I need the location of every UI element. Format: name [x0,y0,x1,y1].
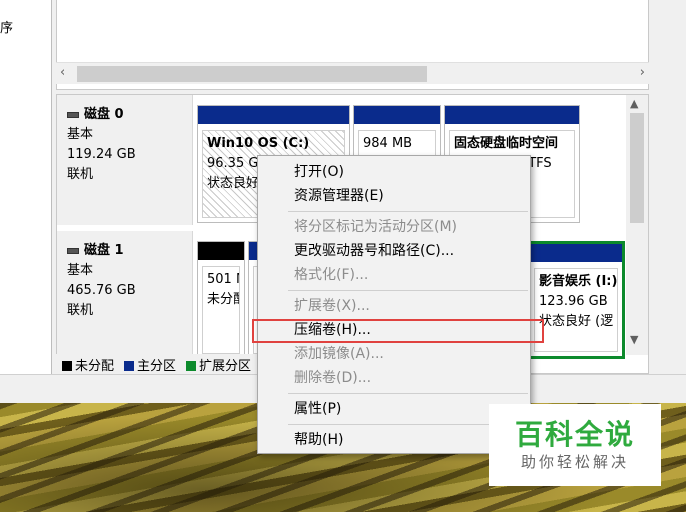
menu-item-change-drive-letter[interactable]: 更改驱动器号和路径(C)... [258,239,530,263]
legend-swatch [124,360,135,371]
menu-item-label: 资源管理器(E) [294,188,384,204]
menu-item-add-mirror: 添加镜像(A)... [258,342,530,366]
disk-icon [67,112,79,118]
menu-item-label: 将分区标记为活动分区(M) [294,219,458,235]
legend-item: 未分配 [62,355,114,374]
menu-item-label: 添加镜像(A)... [294,346,384,362]
partition-title: 影音娱乐 (I:) [539,274,618,289]
vertical-scrollbar[interactable]: ▲ ▼ [626,95,648,355]
menu-separator [288,393,528,394]
scroll-up-icon[interactable]: ▲ [630,97,638,110]
partition-title: Win10 OS (C:) [207,136,310,151]
disk-type: 基本 [67,127,94,142]
menu-item-label: 帮助(H) [294,432,344,448]
highlight-box [252,319,544,343]
left-panel: 序 [0,0,52,374]
legend-item: 扩展分区 [186,355,251,374]
scroll-right-icon[interactable]: › [631,65,645,83]
menu-item-label: 删除卷(D)... [294,370,372,386]
partition-size: 501 MB [207,272,239,287]
legend-label: 扩展分区 [199,358,252,374]
scroll-thumb[interactable] [630,113,644,223]
menu-item-mark-active: 将分区标记为活动分区(M) [258,215,530,239]
menu-item-label: 更改驱动器号和路径(C)... [294,243,455,259]
partition-unallocated[interactable]: 501 MB 未分配 [197,241,245,359]
disk-icon [67,248,79,254]
disk-size: 465.76 GB [67,283,136,298]
legend-swatch [62,360,72,371]
legend-label: 主分区 [137,358,177,374]
partition-status: 状态良好 (逻 [539,314,614,329]
watermark-brand: 百科全说 [514,418,635,451]
legend-label: 未分配 [75,358,115,374]
disk-name: 磁盘 0 [84,107,124,122]
menu-item-label: 打开(O) [294,164,344,180]
menu-item-explorer[interactable]: 资源管理器(E) [258,184,530,208]
legend-swatch [186,360,197,371]
disk-type: 基本 [67,263,94,278]
disk-info-0[interactable]: 磁盘 0 基本 119.24 GB 联机 [57,95,193,225]
legend: 未分配 主分区 扩展分区 [56,354,258,374]
menu-item-label: 格式化(F)... [294,267,369,283]
disk-status: 联机 [67,303,94,318]
scroll-thumb[interactable] [77,66,427,82]
partition-size: 984 MB [363,136,413,151]
menu-separator [288,290,528,291]
horizontal-scrollbar[interactable]: ‹ › [56,62,649,84]
menu-item-label: 属性(P) [294,401,342,417]
menu-item-extend-volume: 扩展卷(X)... [258,294,530,318]
disk-info-1[interactable]: 磁盘 1 基本 465.76 GB 联机 [57,231,193,355]
menu-item-delete-volume: 删除卷(D)... [258,366,530,390]
menu-item-format: 格式化(F)... [258,263,530,287]
disk-name: 磁盘 1 [84,243,124,258]
watermark-logo: 百科全说 助你轻松解决 [489,404,661,486]
disk-size: 119.24 GB [67,147,136,162]
scroll-left-icon[interactable]: ‹ [60,65,74,83]
menu-item-shrink-volume[interactable]: 压缩卷(H)... [252,318,544,343]
partition-size: 123.96 GB [539,294,608,309]
scroll-down-icon[interactable]: ▼ [630,333,638,346]
legend-item: 主分区 [124,355,176,374]
disk-status: 联机 [67,167,94,182]
menu-item-open[interactable]: 打开(O) [258,160,530,184]
partition-title: 固态硬盘临时空间 [454,136,559,151]
left-panel-text: 序 [0,21,14,36]
watermark-tagline: 助你轻松解决 [520,453,629,471]
menu-separator [288,211,528,212]
menu-item-label: 扩展卷(X)... [294,298,370,314]
partition-status: 未分配 [207,292,239,307]
